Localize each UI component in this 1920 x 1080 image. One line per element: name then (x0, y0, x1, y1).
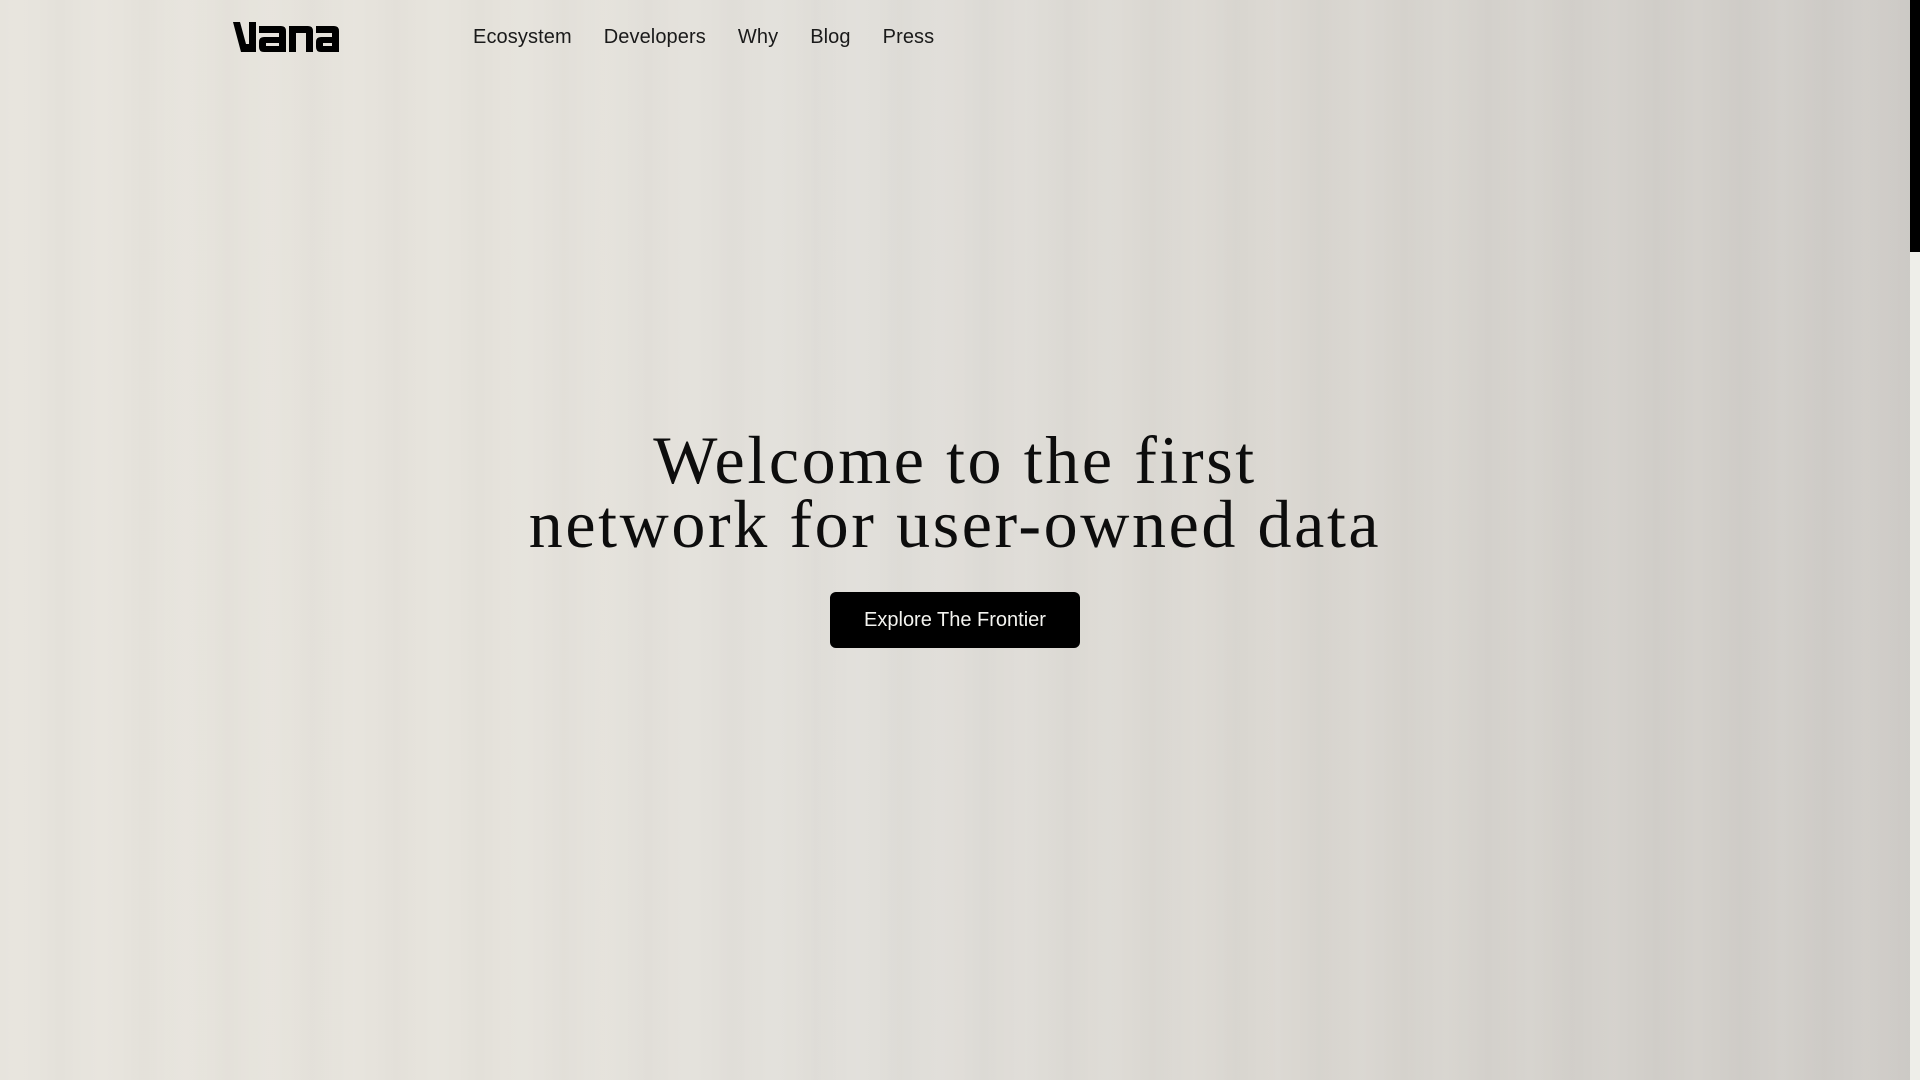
vana-logo-icon (233, 22, 339, 52)
explore-the-frontier-button[interactable]: Explore The Frontier (830, 592, 1080, 648)
hero-section: Welcome to the first network for user-ow… (0, 422, 1910, 562)
nav-item-blog[interactable]: Blog (810, 24, 850, 50)
hero-title-line-2: network for user-owned data (528, 486, 1382, 562)
hero-title: Welcome to the first network for user-ow… (0, 422, 1910, 562)
scrollbar-thumb[interactable] (1910, 0, 1920, 252)
primary-nav: Ecosystem Developers Why Blog Press (473, 24, 934, 50)
hero-title-line-1: Welcome to the first (653, 422, 1257, 498)
page-scrollbar[interactable] (1910, 0, 1920, 1080)
nav-item-press[interactable]: Press (883, 24, 935, 50)
nav-item-ecosystem[interactable]: Ecosystem (473, 24, 572, 50)
top-navigation: Ecosystem Developers Why Blog Press (0, 0, 1910, 75)
nav-item-developers[interactable]: Developers (604, 24, 706, 50)
nav-item-why[interactable]: Why (738, 24, 778, 50)
